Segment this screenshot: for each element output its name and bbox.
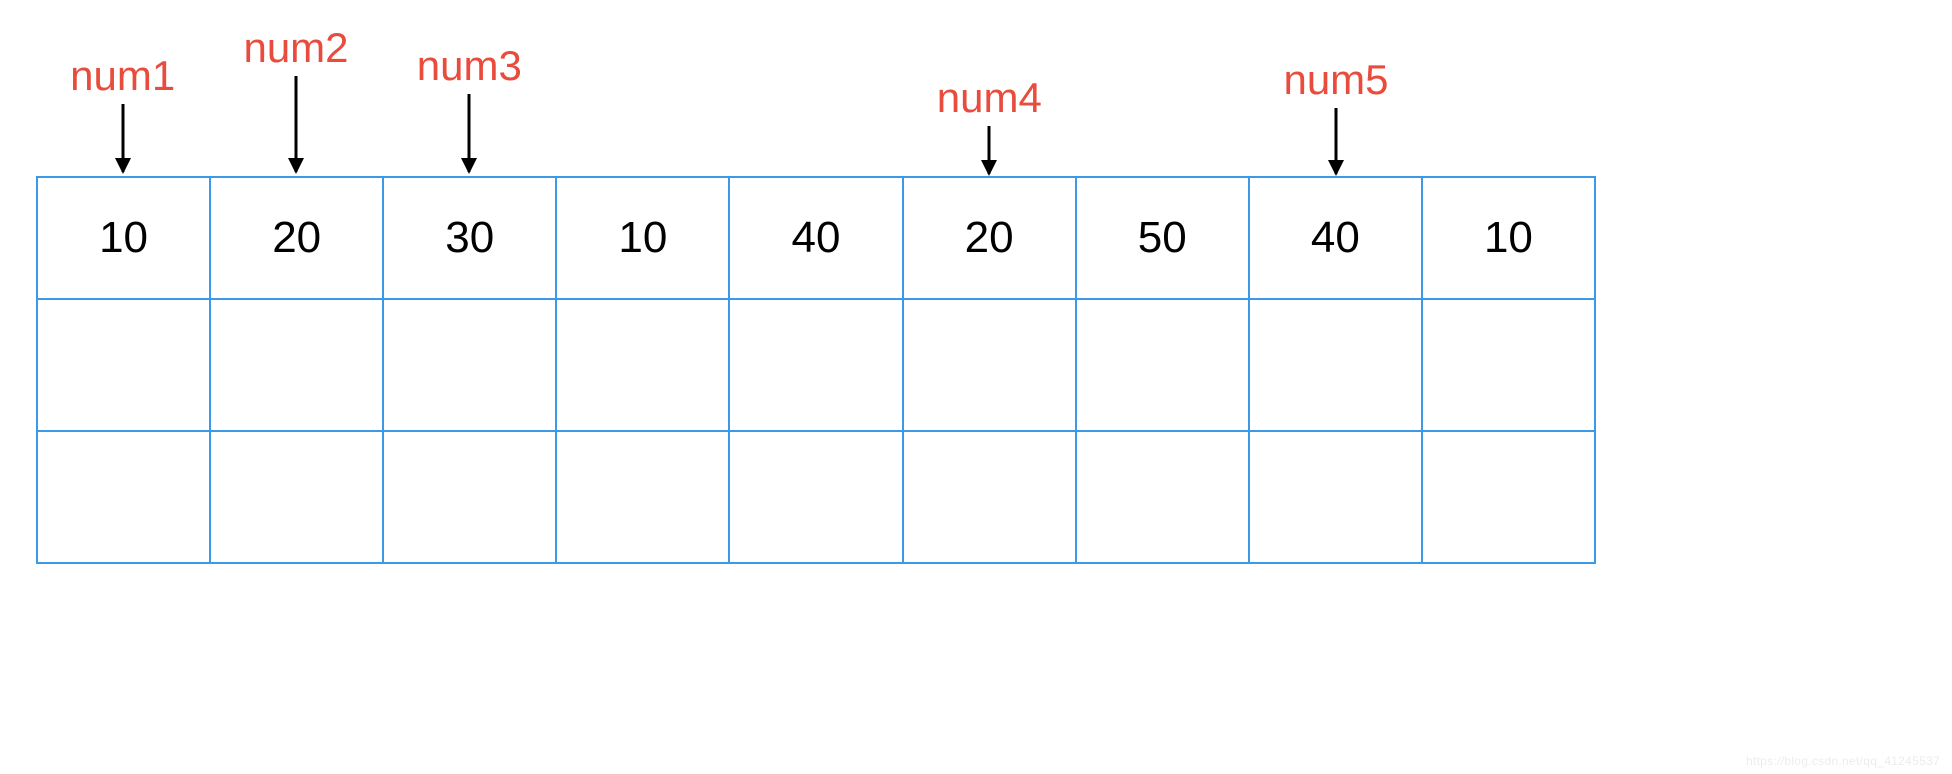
grid-cell [729, 431, 902, 563]
grid-row [37, 431, 1595, 563]
grid-cell: 40 [1249, 177, 1422, 299]
watermark: https://blog.csdn.net/qq_41245537 [1746, 754, 1940, 768]
grid-row [37, 299, 1595, 431]
diagram-container: num1num2num3num4num5 102030104020504010 [36, 0, 1596, 564]
pointer-label: num1 [70, 52, 175, 100]
data-grid: 102030104020504010 [36, 176, 1596, 564]
grid-cell [210, 431, 383, 563]
grid-cell [210, 299, 383, 431]
grid-cell [729, 299, 902, 431]
grid-cell [556, 299, 729, 431]
pointer-num4: num4 [919, 74, 1059, 176]
arrow-down-icon [284, 76, 308, 174]
grid-cell [383, 431, 556, 563]
grid-cell [1422, 431, 1595, 563]
grid-cell: 20 [210, 177, 383, 299]
grid-cell [1249, 299, 1422, 431]
pointer-num5: num5 [1266, 56, 1406, 176]
arrow-down-icon [457, 94, 481, 174]
grid-cell: 10 [1422, 177, 1595, 299]
grid-cell: 10 [37, 177, 210, 299]
arrow-down-icon [977, 126, 1001, 176]
grid-cell [383, 299, 556, 431]
grid-cell [556, 431, 729, 563]
pointer-num2: num2 [226, 24, 366, 174]
arrow-down-icon [1324, 108, 1348, 176]
grid-cell: 20 [903, 177, 1076, 299]
grid-cell: 30 [383, 177, 556, 299]
pointer-label: num5 [1283, 56, 1388, 104]
arrow-down-icon [111, 104, 135, 174]
pointer-num1: num1 [53, 52, 193, 174]
grid-cell [903, 431, 1076, 563]
grid-cell [1076, 299, 1249, 431]
pointer-num3: num3 [399, 42, 539, 174]
grid-cell: 50 [1076, 177, 1249, 299]
grid-cell: 10 [556, 177, 729, 299]
pointer-label: num3 [417, 42, 522, 90]
pointer-label: num4 [937, 74, 1042, 122]
grid-cell [903, 299, 1076, 431]
grid-cell [1076, 431, 1249, 563]
pointer-label: num2 [243, 24, 348, 72]
grid-row: 102030104020504010 [37, 177, 1595, 299]
pointer-labels-area: num1 num2 num3 num4 num5 [36, 0, 1596, 176]
grid-cell [37, 431, 210, 563]
grid-cell [37, 299, 210, 431]
grid-cell [1422, 299, 1595, 431]
grid-cell [1249, 431, 1422, 563]
grid-cell: 40 [729, 177, 902, 299]
